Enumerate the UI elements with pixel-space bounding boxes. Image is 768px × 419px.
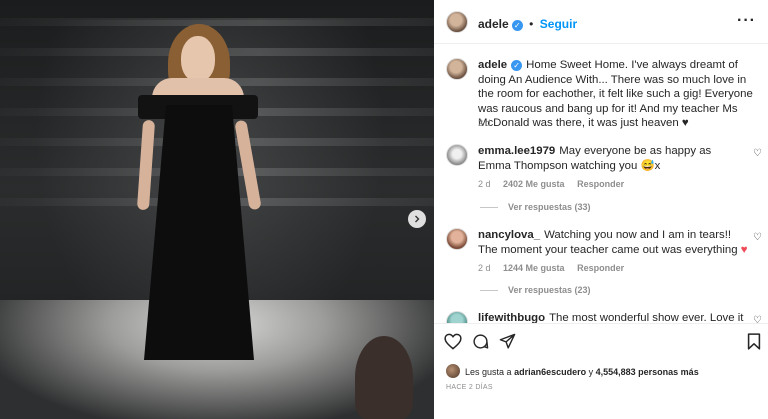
reply-button[interactable]: Responder xyxy=(577,179,624,189)
commenter-avatar[interactable] xyxy=(446,228,468,250)
like-heart-icon[interactable] xyxy=(444,333,462,350)
likes-count[interactable]: 4,554,883 personas más xyxy=(596,367,699,377)
comment-bubble-icon[interactable] xyxy=(472,333,489,350)
chevron-right-icon xyxy=(415,215,420,223)
post-photo[interactable] xyxy=(0,0,434,419)
comment: emma.lee1979 May everyone be as happy as … xyxy=(478,144,746,173)
comment-meta: 2 d 2402 Me gusta Responder xyxy=(478,179,634,189)
commenter-avatar[interactable] xyxy=(446,144,468,166)
liker-username[interactable]: adrian6escudero xyxy=(514,367,586,377)
comment-username[interactable]: nancylova_ xyxy=(478,229,540,241)
post-panel: adele ✓ • Seguir ··· adele ✓ Home Sweet Hom… xyxy=(434,0,768,419)
commenter-avatar[interactable] xyxy=(446,311,468,323)
post-caption: adele ✓ Home Sweet Home. I've always dream… xyxy=(478,58,764,131)
comment-likes[interactable]: 2402 Me gusta xyxy=(503,179,565,189)
like-comment-heart-icon[interactable]: ♡ xyxy=(753,148,762,159)
more-dots-icon[interactable]: ··· xyxy=(737,12,756,30)
next-image-button[interactable] xyxy=(408,210,426,228)
likes-prefix: Les gusta a xyxy=(465,367,512,377)
comment-time[interactable]: 2 d xyxy=(478,179,491,189)
separator-dot: • xyxy=(529,17,534,31)
comment-time[interactable]: 2 d xyxy=(478,263,491,273)
post-date[interactable]: HACE 2 DÍAS xyxy=(446,384,493,391)
likes-summary: Les gusta a adrian6escudero y 4,554,883 … xyxy=(465,367,699,377)
comment-text: The most wonderful show ever. Love it xyxy=(549,312,744,323)
reply-button[interactable]: Responder xyxy=(577,263,624,273)
caption-meta: 2 d xyxy=(478,118,501,128)
comment: lifewithbugo The most wonderful show ever… xyxy=(478,311,748,323)
caption-username[interactable]: adele xyxy=(478,59,507,71)
like-comment-heart-icon[interactable]: ♡ xyxy=(753,315,762,323)
author-username[interactable]: adele xyxy=(478,17,509,31)
author-avatar[interactable] xyxy=(446,58,468,80)
view-replies-label: Ver respuestas (23) xyxy=(508,285,591,295)
view-replies-button[interactable]: Ver respuestas (23) xyxy=(480,285,591,295)
audience-member xyxy=(355,336,413,419)
divider xyxy=(480,207,498,209)
author-avatar[interactable] xyxy=(446,11,468,33)
share-paper-plane-icon[interactable] xyxy=(499,333,516,350)
comment-meta: 2 d 1244 Me gusta Responder xyxy=(478,263,634,273)
verified-badge-icon: ✓ xyxy=(511,20,523,31)
liker-avatar[interactable] xyxy=(446,364,460,378)
performer-face xyxy=(181,36,215,82)
view-replies-button[interactable]: Ver respuestas (33) xyxy=(480,202,591,212)
comments-list[interactable]: adele ✓ Home Sweet Home. I've always dream… xyxy=(434,45,768,323)
likes-joiner: y xyxy=(588,367,594,377)
follow-button[interactable]: Seguir xyxy=(540,17,577,31)
red-heart-emoji-icon: ♥ xyxy=(740,243,748,256)
comment-username[interactable]: emma.lee1979 xyxy=(478,145,555,157)
divider xyxy=(480,290,498,292)
caption-time[interactable]: 2 d xyxy=(478,118,491,128)
view-replies-label: Ver respuestas (33) xyxy=(508,202,591,212)
author-row: adele ✓ • Seguir xyxy=(478,15,577,33)
comment: nancylova_ Watching you now and I am in t… xyxy=(478,228,748,257)
comment-likes[interactable]: 1244 Me gusta xyxy=(503,263,565,273)
comment-username[interactable]: lifewithbugo xyxy=(478,312,545,323)
post-actions: Les gusta a adrian6escudero y 4,554,883 … xyxy=(434,323,768,419)
bookmark-icon[interactable] xyxy=(747,333,761,350)
verified-badge-icon: ✓ xyxy=(511,60,523,71)
post-header: adele ✓ • Seguir ··· xyxy=(434,0,768,44)
like-comment-heart-icon[interactable]: ♡ xyxy=(753,232,762,243)
